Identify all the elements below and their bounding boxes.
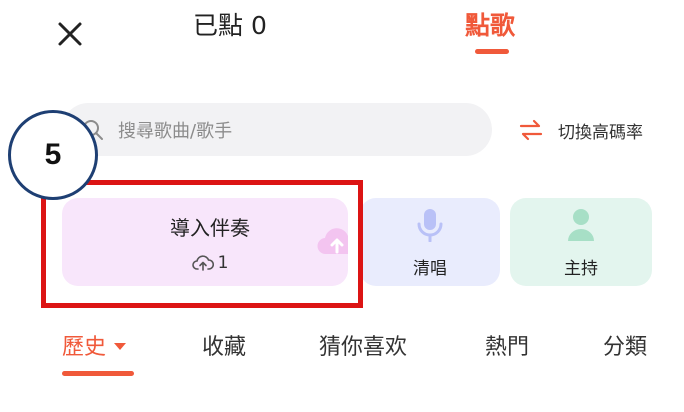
- acappella-card[interactable]: 清唱: [360, 198, 500, 286]
- close-icon[interactable]: [54, 18, 86, 50]
- tab-history-label: 歷史: [62, 335, 107, 360]
- step-badge: 5: [8, 110, 98, 200]
- host-card[interactable]: 主持: [510, 198, 652, 286]
- search-input[interactable]: 搜尋歌曲/歌手: [62, 103, 492, 156]
- host-label: 主持: [564, 259, 598, 279]
- step-number: 5: [44, 138, 62, 171]
- person-icon: [568, 209, 594, 241]
- caret-down-icon: [114, 342, 127, 350]
- acappella-label: 清唱: [413, 259, 447, 279]
- microphone-icon: [417, 209, 443, 242]
- highlight-box: [41, 180, 363, 308]
- tab-history-underline: [62, 371, 134, 376]
- tab-guess-you-like[interactable]: 猜你喜欢: [319, 330, 407, 366]
- tab-history[interactable]: 歷史: [62, 330, 127, 366]
- tab-songs[interactable]: 點歌: [465, 6, 525, 46]
- tab-selected[interactable]: 已點 0: [193, 6, 283, 46]
- tab-classify[interactable]: 分類: [603, 330, 647, 366]
- tab-favorites[interactable]: 收藏: [202, 330, 246, 366]
- tab-songs-underline: [475, 49, 509, 54]
- search-placeholder: 搜尋歌曲/歌手: [118, 120, 233, 142]
- switch-rate-button[interactable]: 切換高碼率: [518, 112, 643, 148]
- switch-arrows-icon: [519, 119, 543, 141]
- tab-popular[interactable]: 熱門: [485, 330, 529, 366]
- switch-rate-label: 切換高碼率: [558, 122, 643, 143]
